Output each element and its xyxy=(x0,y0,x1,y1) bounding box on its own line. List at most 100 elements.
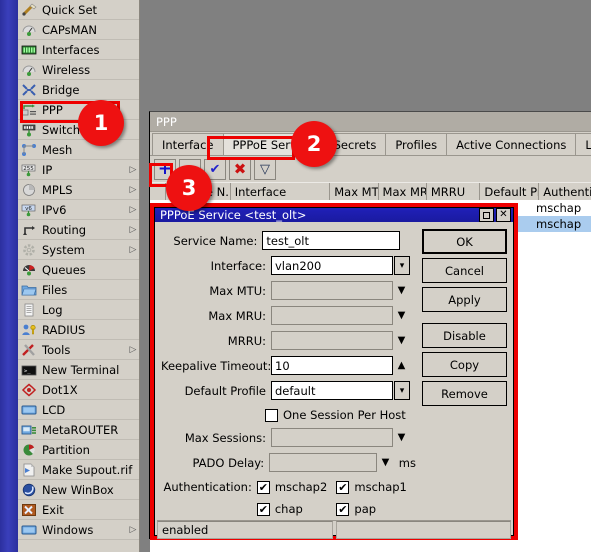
max-mru-input[interactable] xyxy=(271,306,393,325)
chevron-right-icon: ▷ xyxy=(129,244,137,255)
ok-button[interactable]: OK xyxy=(422,229,507,254)
sidebar-item-ip[interactable]: 255 IP ▷ xyxy=(18,160,139,180)
column-header-interface[interactable]: Interface xyxy=(231,183,331,200)
sidebar-item-dot1x[interactable]: Dot1X xyxy=(18,380,139,400)
column-header-mrru[interactable]: MRRU xyxy=(427,183,481,200)
bridge-icon xyxy=(21,83,37,97)
sidebar-item-new-winbox[interactable]: New WinBox xyxy=(18,480,139,500)
tab-label: Interface xyxy=(162,137,214,152)
checkbox-box[interactable]: ✔ xyxy=(256,480,270,494)
sidebar-item-lcd[interactable]: LCD xyxy=(18,400,139,420)
sidebar-item-interfaces[interactable]: Interfaces xyxy=(18,40,139,60)
tab-l2tp-secrets[interactable]: L2TP Secrets xyxy=(575,133,591,155)
maximize-button[interactable] xyxy=(479,208,494,222)
gauge-icon xyxy=(21,63,37,77)
remove-button[interactable]: Remove xyxy=(422,381,507,406)
interface-dropdown-button[interactable]: ▾ xyxy=(394,256,410,275)
checkbox-one-session-per-host[interactable]: One Session Per Host xyxy=(161,404,416,426)
sidebar-item-label: Interfaces xyxy=(42,42,100,57)
max-mtu-input[interactable] xyxy=(271,281,393,300)
max-sessions-input[interactable] xyxy=(271,428,393,447)
sidebar-item-radius[interactable]: RADIUS xyxy=(18,320,139,340)
field-label: Max MRU: xyxy=(208,308,266,323)
default-profile-input[interactable]: default xyxy=(271,381,393,400)
sidebar-item-ipv6[interactable]: v6 IPv6 ▷ xyxy=(18,200,139,220)
sidebar-item-label: IP xyxy=(42,162,53,177)
sidebar-item-label: Queues xyxy=(42,262,86,277)
authentication-row-2: ✔ chap ✔ pap xyxy=(161,498,416,520)
service-name-input[interactable]: test_olt xyxy=(262,231,401,250)
checkbox-mschap1[interactable]: ✔ mschap1 xyxy=(336,480,416,494)
sidebar-item-label: Tools xyxy=(42,342,71,357)
sidebar-item-log[interactable]: Log xyxy=(18,300,139,320)
keepalive-spinner-up[interactable]: ▲ xyxy=(393,356,410,375)
checkbox-box[interactable]: ✔ xyxy=(256,502,270,516)
disable-button[interactable]: Disable xyxy=(422,323,507,348)
column-header-max-mru[interactable]: Max MRU xyxy=(379,183,427,200)
sidebar-item-queues[interactable]: Queues xyxy=(18,260,139,280)
field-max-sessions: Max Sessions: ▼ xyxy=(161,426,416,449)
sidebar-item-label: Make Supout.rif xyxy=(42,462,133,477)
max-mtu-dropdown-arrow[interactable]: ▼ xyxy=(393,281,410,300)
column-label: Authenti xyxy=(543,184,591,199)
sidebar-item-routing[interactable]: Routing ▷ xyxy=(18,220,139,240)
disable-button[interactable]: ✖ xyxy=(229,158,251,180)
checkbox-mschap2[interactable]: ✔ mschap2 xyxy=(256,480,337,494)
column-label: Default Pro... xyxy=(484,184,538,199)
sidebar-item-mesh[interactable]: Mesh xyxy=(18,140,139,160)
pado-delay-dropdown-arrow[interactable]: ▼ xyxy=(377,453,394,472)
pppoe-service-dialog: PPPoE Service <test_olt> ✕ Service Name:… xyxy=(154,207,514,539)
column-header-default-profile[interactable]: Default Pro... xyxy=(480,183,540,200)
ppp-window-titlebar[interactable]: PPP xyxy=(150,112,591,132)
sidebar-item-partition[interactable]: Partition xyxy=(18,440,139,460)
sidebar-item-capsman[interactable]: CAPsMAN xyxy=(18,20,139,40)
tab-profiles[interactable]: Profiles xyxy=(385,133,448,155)
sidebar-item-quick-set[interactable]: Quick Set xyxy=(18,0,139,20)
sidebar-item-tools[interactable]: Tools ▷ xyxy=(18,340,139,360)
sidebar-item-make-supout[interactable]: Make Supout.rif xyxy=(18,460,139,480)
sidebar-item-wireless[interactable]: Wireless xyxy=(18,60,139,80)
max-sessions-dropdown-arrow[interactable]: ▼ xyxy=(393,428,410,447)
lcd-icon xyxy=(21,403,37,417)
checkbox-box[interactable] xyxy=(265,408,278,422)
checkbox-pap[interactable]: ✔ pap xyxy=(336,502,416,516)
column-header-max-mtu[interactable]: Max MTU xyxy=(330,183,379,200)
apply-button[interactable]: Apply xyxy=(422,287,507,312)
column-header-authentication[interactable]: Authenti xyxy=(539,183,591,200)
system-icon xyxy=(21,243,37,257)
sidebar-item-metarouter[interactable]: MetaROUTER xyxy=(18,420,139,440)
tab-label: Secrets xyxy=(333,137,377,152)
sidebar-item-exit[interactable]: Exit xyxy=(18,500,139,520)
annotation-badge-2: 2 xyxy=(291,121,337,167)
tab-active-connections[interactable]: Active Connections xyxy=(446,133,577,155)
maximize-icon xyxy=(483,211,490,219)
max-mru-dropdown-arrow[interactable]: ▼ xyxy=(393,306,410,325)
interface-input[interactable]: vlan200 xyxy=(271,256,393,275)
sidebar-item-windows[interactable]: Windows ▷ xyxy=(18,520,139,540)
sidebar-item-mpls[interactable]: MPLS ▷ xyxy=(18,180,139,200)
cancel-button[interactable]: Cancel xyxy=(422,258,507,283)
checkbox-box[interactable]: ✔ xyxy=(336,502,350,516)
default-profile-dropdown-button[interactable]: ▾ xyxy=(394,381,410,400)
sidebar-item-system[interactable]: System ▷ xyxy=(18,240,139,260)
sidebar-item-bridge[interactable]: Bridge xyxy=(18,80,139,100)
windows-icon xyxy=(21,523,37,537)
filter-button[interactable]: ▽ xyxy=(254,158,276,180)
mrru-input[interactable] xyxy=(271,331,393,350)
checkbox-chap[interactable]: ✔ chap xyxy=(256,502,337,516)
tab-label: Profiles xyxy=(395,137,438,152)
keepalive-timeout-input[interactable]: 10 xyxy=(271,356,393,375)
pado-delay-input[interactable] xyxy=(269,453,378,472)
field-service-name: Service Name: test_olt xyxy=(161,229,416,252)
sidebar-item-files[interactable]: Files xyxy=(18,280,139,300)
dialog-titlebar[interactable]: PPPoE Service <test_olt> ✕ xyxy=(155,208,513,222)
mrru-dropdown-arrow[interactable]: ▼ xyxy=(393,331,410,350)
sidebar-item-label: Log xyxy=(42,302,63,317)
copy-button[interactable]: Copy xyxy=(422,352,507,377)
field-label: MRRU: xyxy=(227,333,266,348)
close-button[interactable]: ✕ xyxy=(496,208,511,222)
field-pado-delay: PADO Delay: ▼ ms xyxy=(161,451,416,474)
checkbox-box[interactable]: ✔ xyxy=(336,480,350,494)
sidebar-item-new-terminal[interactable]: >_ New Terminal xyxy=(18,360,139,380)
metarouter-icon xyxy=(21,423,37,437)
